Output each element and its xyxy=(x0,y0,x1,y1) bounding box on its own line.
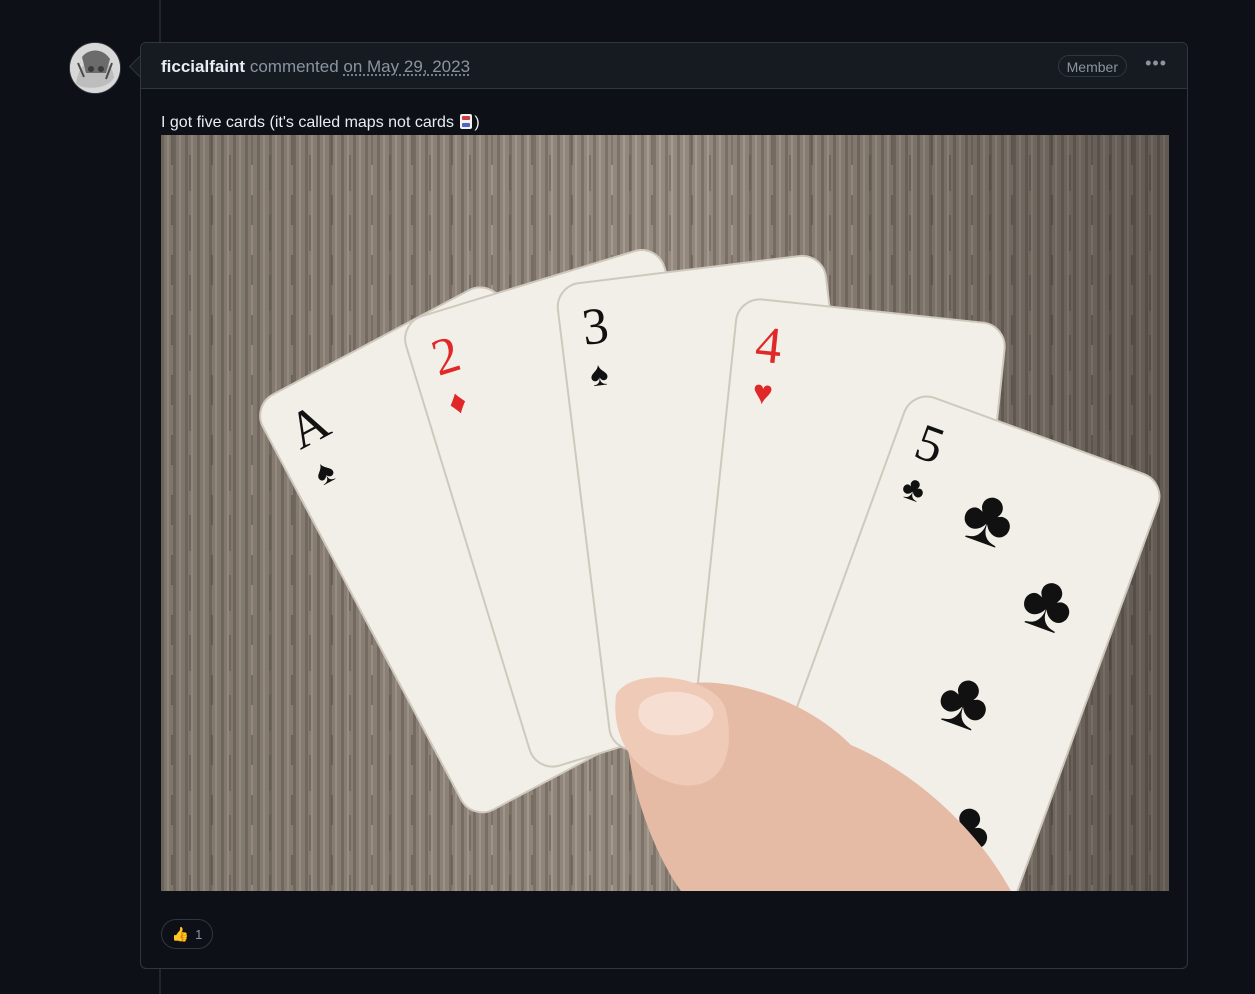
kebab-horizontal-icon[interactable]: ••• xyxy=(1145,53,1167,73)
reaction-thumbs-up[interactable]: 👍 1 xyxy=(161,919,213,949)
attached-photo[interactable]: A♠2♦3♠4♥5♣♣♣♣♣♣ xyxy=(161,135,1169,891)
comment-text: I got five cards (it's called maps not c… xyxy=(161,114,459,131)
thumbs-up-icon: 👍 xyxy=(171,926,190,942)
comment-text-end: ) xyxy=(474,114,480,131)
comment-date-link[interactable]: on May 29, 2023 xyxy=(343,57,470,76)
comment-header: ficcialfaint commented on May 29, 2023 M… xyxy=(141,43,1187,89)
comment-box: ficcialfaint commented on May 29, 2023 M… xyxy=(140,42,1188,969)
author-link[interactable]: ficcialfaint xyxy=(161,57,245,76)
joker-card-emoji-icon xyxy=(460,114,473,129)
author-avatar[interactable] xyxy=(69,42,121,94)
member-badge: Member xyxy=(1057,55,1127,77)
comment-action: commented xyxy=(249,57,339,76)
reaction-count: 1 xyxy=(195,927,203,942)
comment-meta: ficcialfaint commented on May 29, 2023 xyxy=(161,57,470,77)
card-suit: ♥ xyxy=(751,373,775,413)
comment-body: I got five cards (it's called maps not c… xyxy=(161,113,480,133)
